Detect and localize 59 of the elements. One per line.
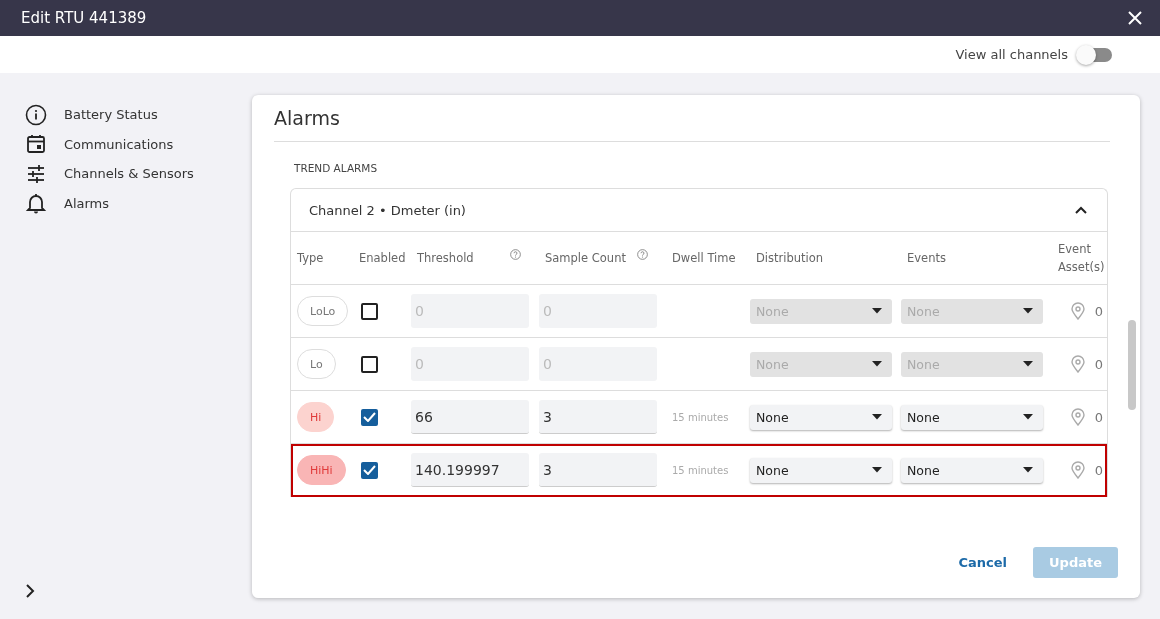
column-header: Sample Count [545,249,626,267]
column-header: Dwell Time [672,249,736,267]
chevron-icon [1075,206,1087,214]
location-pin-icon [1070,408,1085,426]
close-button[interactable] [1128,11,1142,25]
caret-icon [1023,308,1033,314]
location-pin-icon [1070,302,1085,320]
sidebar-item[interactable]: Alarms [64,195,110,211]
section-heading: TREND ALARMS [294,162,379,174]
enabled-checkbox[interactable] [361,408,378,426]
asset-count: 0 [1094,409,1103,425]
column-header: Events [907,249,946,267]
column-header: Event Asset(s) [1058,240,1106,276]
enabled-checkbox[interactable] [361,302,378,320]
sample-count-field[interactable]: 3 [539,453,657,487]
panel-title: Alarms [274,107,1110,142]
events-dropdown[interactable]: None [901,457,1043,483]
distribution-dropdown[interactable]: None [750,457,892,483]
sidebar-item[interactable]: Communications [64,136,174,152]
info-icon [25,103,47,126]
bell-icon [25,192,47,215]
location-pin-icon [1070,355,1085,373]
column-header: Threshold [417,249,474,267]
caret-icon [872,361,882,367]
asset-count: 0 [1094,462,1103,478]
sample-count-field[interactable]: 3 [539,400,657,434]
sidebar-item[interactable]: Channels & Sensors [64,166,194,182]
enabled-checkbox[interactable] [361,461,378,479]
caret-icon [1023,414,1033,420]
caret-icon [1023,361,1033,367]
caret-icon [872,308,882,314]
caret-icon [1023,467,1033,473]
channel-header[interactable]: Channel 2 • Dmeter (in) [291,189,1107,232]
toggle-label: View all channels [955,47,1068,62]
dwell-time: 15 minutes [671,411,730,423]
events-dropdown[interactable]: None [901,404,1043,430]
dwell-time: 15 minutes [671,464,730,476]
sliders-icon [25,162,47,185]
distribution-dropdown[interactable]: None [750,404,892,430]
scrollbar[interactable] [1128,320,1136,410]
threshold-field[interactable]: 140.199997 [411,453,529,487]
enabled-checkbox[interactable] [361,355,378,373]
type-badge: Hi [297,402,335,432]
location-pin-icon [1070,461,1085,479]
column-header: Type [297,249,324,267]
calendar-icon [25,133,47,156]
threshold-field[interactable]: 66 [411,400,529,434]
sidebar-item[interactable]: Battery Status [64,107,158,123]
type-badge: Lo [297,349,336,379]
caret-icon [872,467,882,473]
type-badge: HiHi [297,455,346,485]
column-header: Distribution [756,249,824,267]
asset-count: 0 [1094,356,1103,372]
window-title: Edit RTU 441389 [21,9,147,27]
asset-count: 0 [1094,303,1103,319]
column-header: Enabled [359,249,406,267]
caret-icon [872,414,882,420]
cancel-link[interactable]: Cancel [958,547,1007,578]
type-badge: LoLo [297,296,349,326]
